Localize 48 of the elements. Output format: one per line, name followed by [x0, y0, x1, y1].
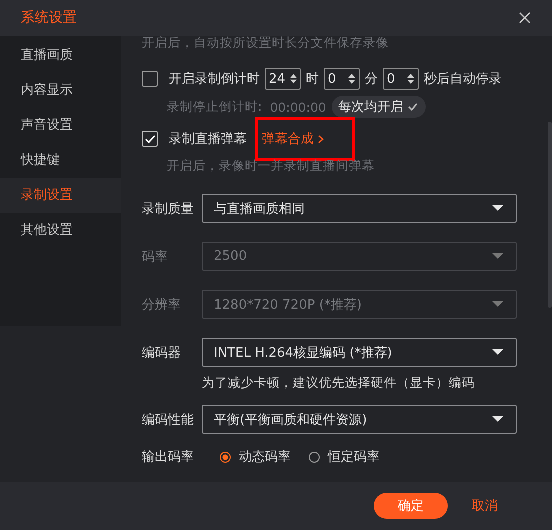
checkbox[interactable]	[142, 131, 158, 147]
unit-label: 时	[306, 71, 319, 88]
dropdown[interactable]: INTEL H.264核显编码 (*推荐)	[202, 338, 517, 367]
field-label: 编码器	[142, 344, 182, 362]
spinner-arrows-icon[interactable]	[290, 73, 297, 85]
number-field[interactable]: 24	[265, 68, 301, 90]
hint-text: 开启后，自动按所设置时长分文件保存录像	[142, 36, 390, 50]
caret-icon	[492, 416, 504, 423]
dropdown[interactable]: 与直播画质相同	[202, 194, 517, 223]
field-label: 录制质量	[142, 200, 195, 218]
spinner-arrows-icon[interactable]	[348, 73, 356, 85]
radio-option[interactable]: 动态码率	[220, 448, 291, 466]
countdown-label: 录制停止倒计时:	[167, 98, 262, 116]
caret-icon	[492, 205, 504, 212]
countdown-time: 00:00:00	[270, 100, 326, 114]
checkbox-label: 录制直播弹幕	[169, 131, 247, 148]
field-label: 编码性能	[142, 412, 195, 428]
hint-text: 为了减少卡顿，建议优先选择硬件（显卡）编码	[201, 375, 476, 392]
danmu-link[interactable]: 弹幕合成	[258, 120, 352, 158]
number-field[interactable]: 0	[383, 68, 419, 90]
radio-option[interactable]: 恒定码率	[309, 448, 380, 466]
checkbox-label: 开启录制倒计时	[169, 71, 260, 88]
unit-label: 分	[365, 71, 378, 88]
sidebar-item[interactable]: 快捷键	[0, 143, 121, 178]
field-label: 码率	[142, 248, 169, 266]
number-field[interactable]: 0	[324, 68, 360, 90]
check-icon	[408, 103, 418, 111]
check-icon	[144, 134, 156, 144]
spinner-arrows-icon[interactable]	[407, 73, 415, 85]
field-label: 分辨率	[142, 296, 182, 314]
caret-icon	[492, 301, 504, 308]
window-title: 系统设置	[21, 9, 77, 27]
sidebar-item[interactable]: 录制设置	[0, 178, 121, 213]
dropdown[interactable]: 平衡(平衡画质和硬件资源)	[202, 405, 517, 434]
cancel-button[interactable]: 取消	[462, 493, 508, 519]
close-icon[interactable]	[519, 12, 531, 24]
field-label: 输出码率	[142, 449, 195, 466]
chevron-icon	[318, 134, 324, 144]
sidebar-item[interactable]: 直播画质	[0, 38, 121, 73]
checkbox[interactable]	[142, 71, 158, 87]
sidebar-item[interactable]: 其他设置	[0, 213, 121, 248]
caret-icon	[492, 253, 504, 260]
sidebar-item[interactable]: 声音设置	[0, 108, 121, 143]
hint-text: 开启后，录像时一并录制直播间弹幕	[166, 158, 376, 175]
sidebar-item[interactable]: 内容显示	[0, 73, 121, 108]
caret-icon	[492, 349, 504, 356]
unit-label: 秒后自动停录	[424, 71, 502, 88]
repeat-toggle[interactable]: 每次均开启	[332, 96, 426, 118]
